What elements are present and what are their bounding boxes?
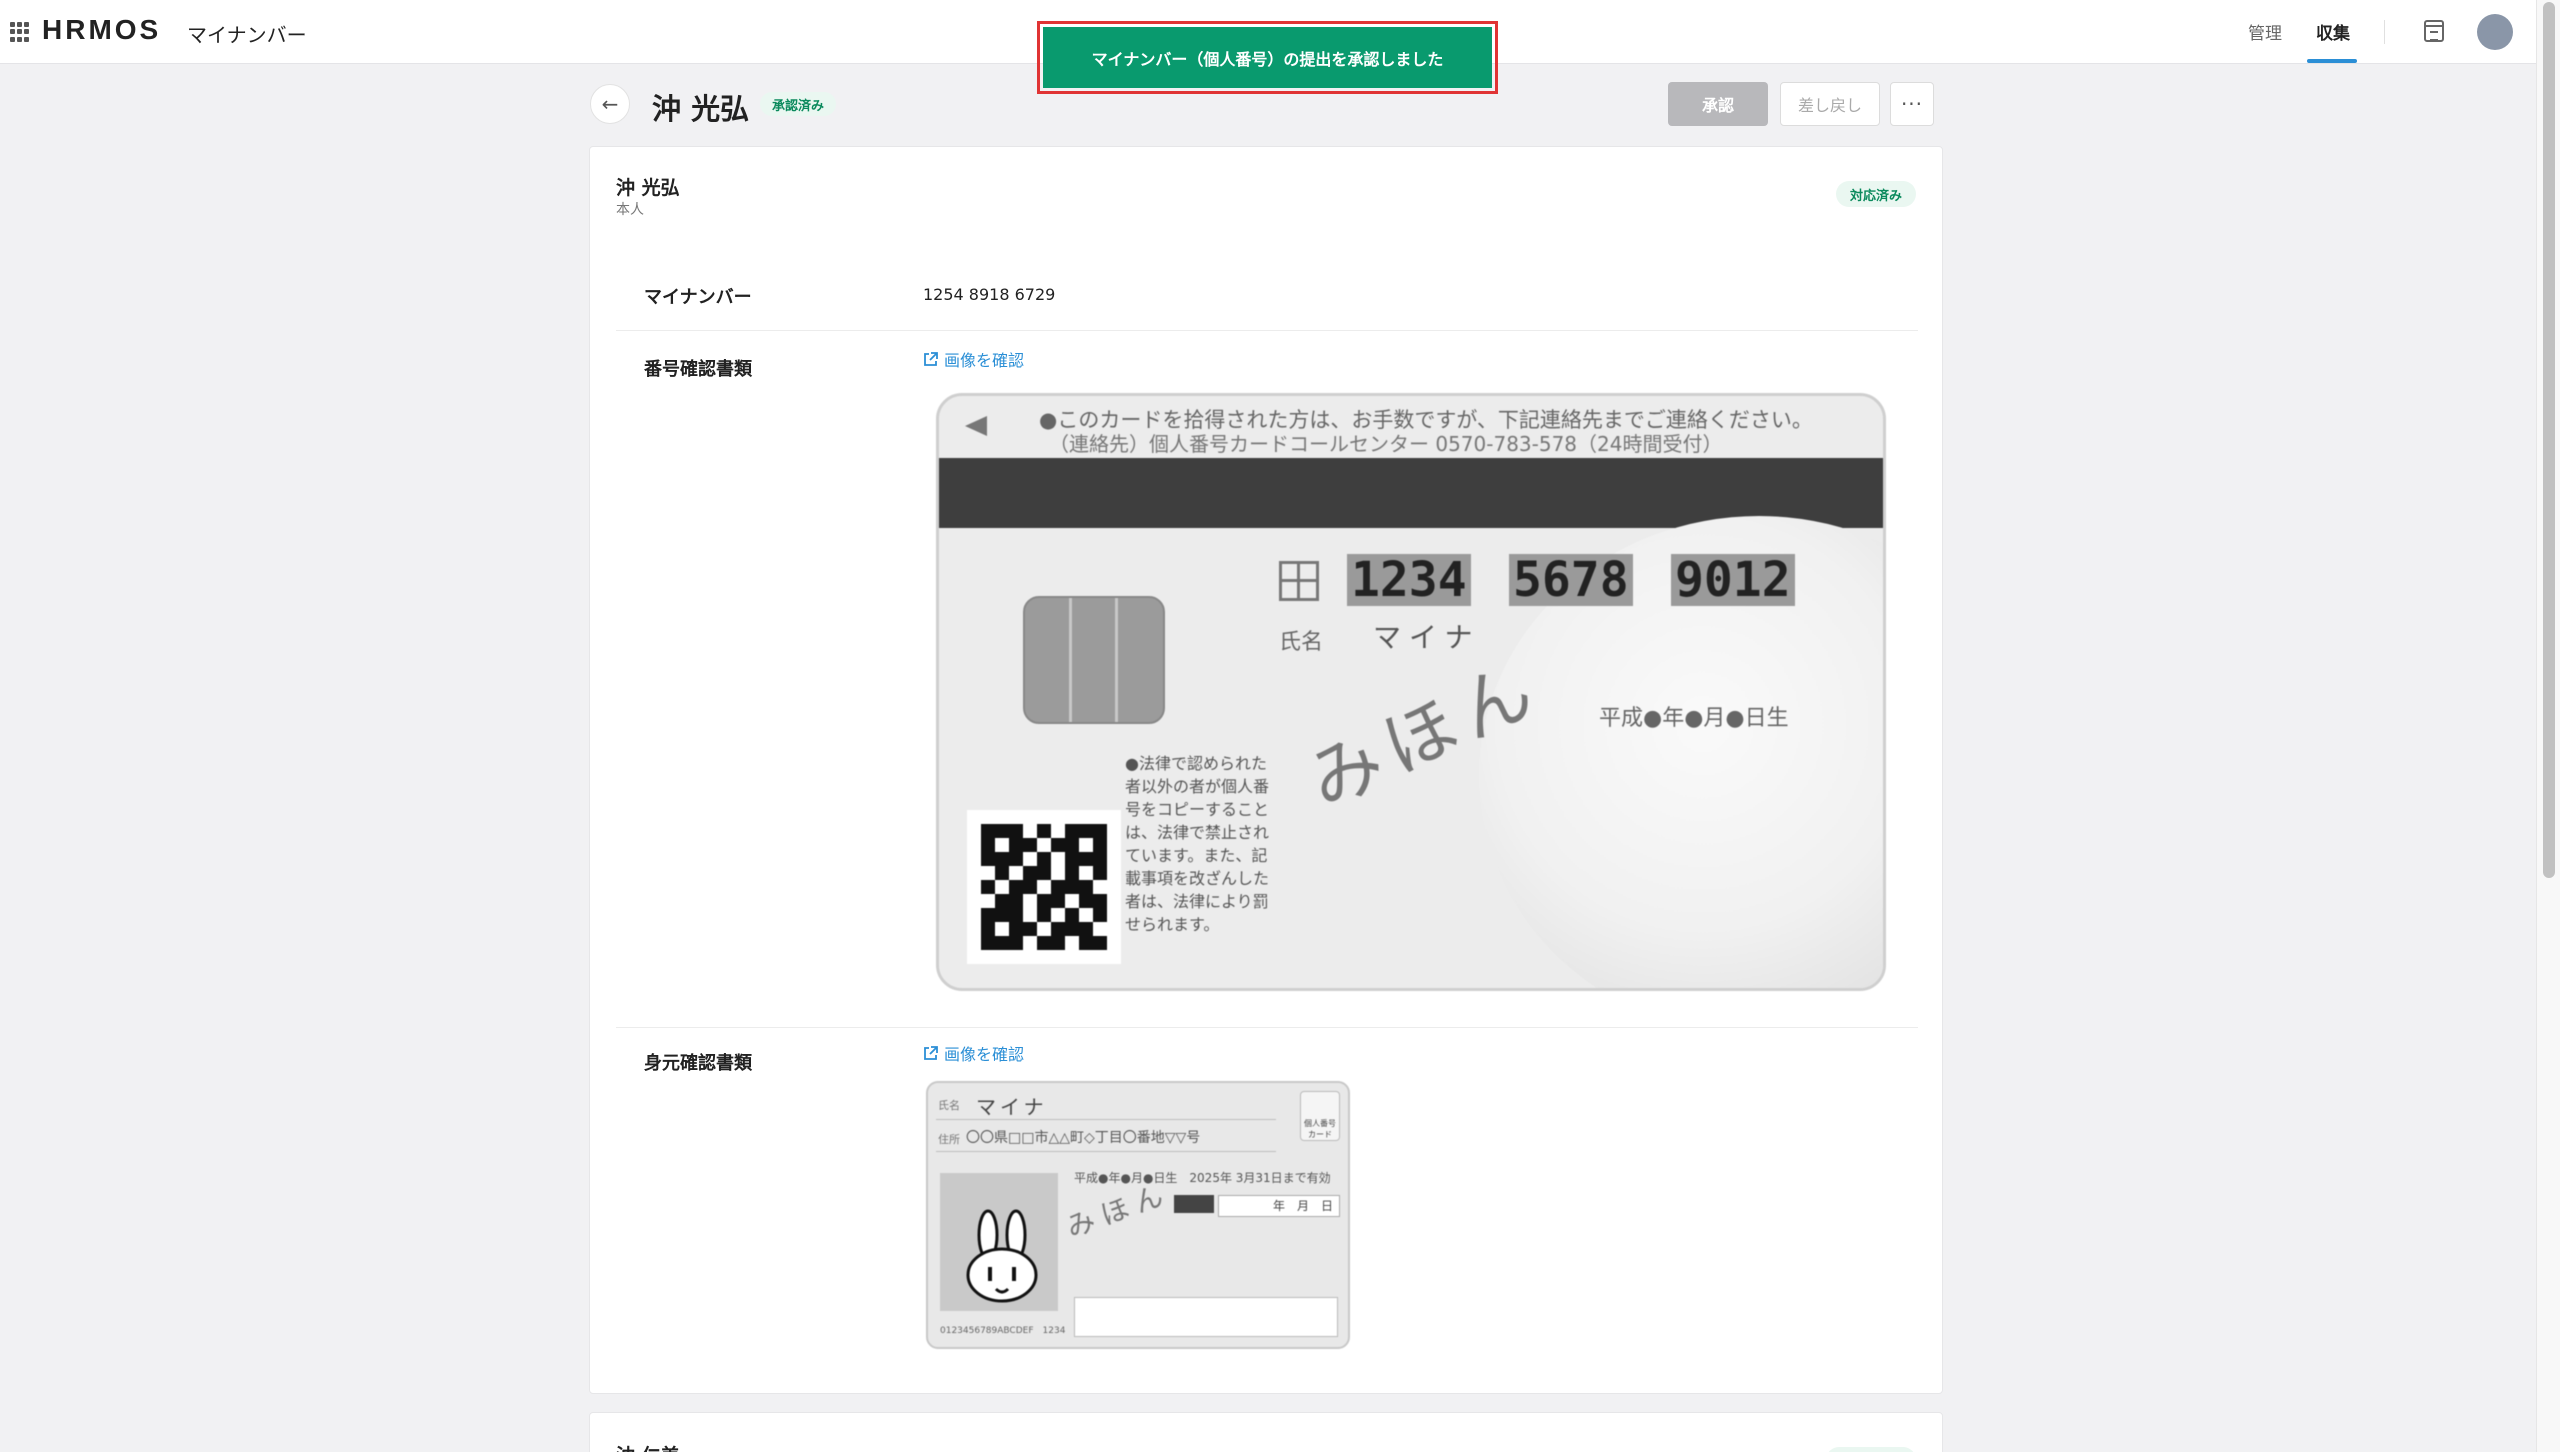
scrollbar-thumb[interactable] — [2543, 2, 2555, 878]
mynumber-label: マイナンバー — [644, 287, 752, 308]
card-person-name: 沖 仁美 — [616, 1441, 680, 1452]
id-name-label: 氏名 — [938, 1099, 960, 1112]
page-title: 沖 光弘 — [652, 92, 750, 126]
hrmos-logo[interactable]: HRMOS — [42, 14, 161, 46]
app-name: マイナンバー — [187, 23, 307, 47]
return-button[interactable]: 差し戻し — [1780, 82, 1880, 126]
person-card: 沖 仁美 — [589, 1412, 1943, 1452]
external-link-icon — [924, 1045, 938, 1060]
arrow-left-icon: ← — [601, 92, 619, 116]
mynumber-value: 1254 8918 6729 — [923, 285, 1056, 304]
id-photo — [940, 1173, 1058, 1311]
number-doc-link[interactable]: 画像を確認 — [923, 347, 1024, 371]
avatar[interactable] — [2477, 14, 2513, 50]
completion-badge: 対応済み — [1835, 181, 1916, 207]
id-signature-box — [1074, 1297, 1338, 1337]
success-toast: マイナンバー（個人番号）の提出を承認しました — [1043, 27, 1492, 88]
mascot-rabbit-icon — [966, 1209, 1038, 1303]
id-line — [936, 1119, 1276, 1120]
card-name-label: 氏名 — [1279, 630, 1324, 655]
card-legal-notice: ●法律で認められた者以外の者が個人番号をコピーすることは、法律で禁止されています… — [1125, 754, 1270, 934]
card-relation: 本人 — [616, 202, 644, 218]
id-serial-number: 0123456789ABCDEF 1234 — [940, 1326, 1066, 1336]
identity-doc-link[interactable]: 画像を確認 — [923, 1041, 1024, 1065]
more-options-button[interactable]: ··· — [1890, 82, 1934, 126]
identity-doc-label: 身元確認書類 — [644, 1053, 752, 1074]
id-address: 〇〇県□□市△△町◇丁目〇番地▽▽号 — [966, 1130, 1201, 1146]
id-card-type-mark: 個人番号カード — [1300, 1091, 1340, 1141]
card-number-part1: 1234 — [1347, 554, 1471, 606]
calendar-icon[interactable] — [2424, 20, 2444, 42]
id-address-label: 住所 — [938, 1133, 960, 1146]
identity-doc-link-text: 画像を確認 — [944, 1045, 1025, 1064]
id-black-mark — [1174, 1195, 1214, 1213]
identity-card-image[interactable]: 氏名 マイナ 住所 〇〇県□□市△△町◇丁目〇番地▽▽号 平成●年●月●日生 2… — [926, 1081, 1350, 1349]
app-switcher-icon[interactable] — [10, 22, 30, 42]
number-doc-link-text: 画像を確認 — [944, 351, 1025, 370]
ic-chip-icon — [1023, 596, 1165, 724]
external-link-icon — [924, 351, 938, 366]
qr-code-icon — [967, 810, 1121, 964]
card-number-part2: 5678 — [1509, 554, 1633, 606]
number-doc-label: 番号確認書類 — [644, 359, 752, 380]
person-card: 沖 光弘 本人 対応済み マイナンバー 1254 8918 6729 番号確認書… — [589, 146, 1943, 1394]
card-arrow-mark — [965, 416, 987, 436]
completion-badge — [1826, 1447, 1916, 1452]
approve-button[interactable]: 承認 — [1668, 82, 1768, 126]
id-dob: 平成●年●月●日生 2025年 3月31日まで有効 — [1074, 1171, 1331, 1185]
page-scrollbar[interactable] — [2536, 0, 2560, 1452]
nav-collect[interactable]: 収集 — [2316, 19, 2350, 44]
id-line — [936, 1151, 1276, 1152]
number-symbol-icon — [1279, 561, 1319, 601]
nav-manage[interactable]: 管理 — [2248, 19, 2282, 44]
nav-divider — [2384, 20, 2385, 44]
id-date-box: 年 月 日 — [1218, 1195, 1340, 1217]
nav-active-indicator — [2307, 59, 2357, 63]
card-person-name: 沖 光弘 — [616, 177, 680, 199]
id-holder-name: マイナ — [976, 1095, 1048, 1119]
row-divider — [616, 330, 1918, 331]
card-notice-line2: （連絡先）個人番号カードコールセンター 0570-783-578（24時間受付） — [1049, 432, 1723, 456]
mynumber-card-image[interactable]: ●このカードを拾得された方は、お手数ですが、下記連絡先までご連絡ください。 （連… — [936, 393, 1886, 991]
status-badge: 承認済み — [760, 92, 837, 116]
row-divider — [616, 1027, 1918, 1028]
card-dob: 平成●年●月●日生 — [1599, 706, 1789, 731]
back-button[interactable]: ← — [590, 84, 630, 124]
card-number-part3: 9012 — [1671, 554, 1795, 606]
